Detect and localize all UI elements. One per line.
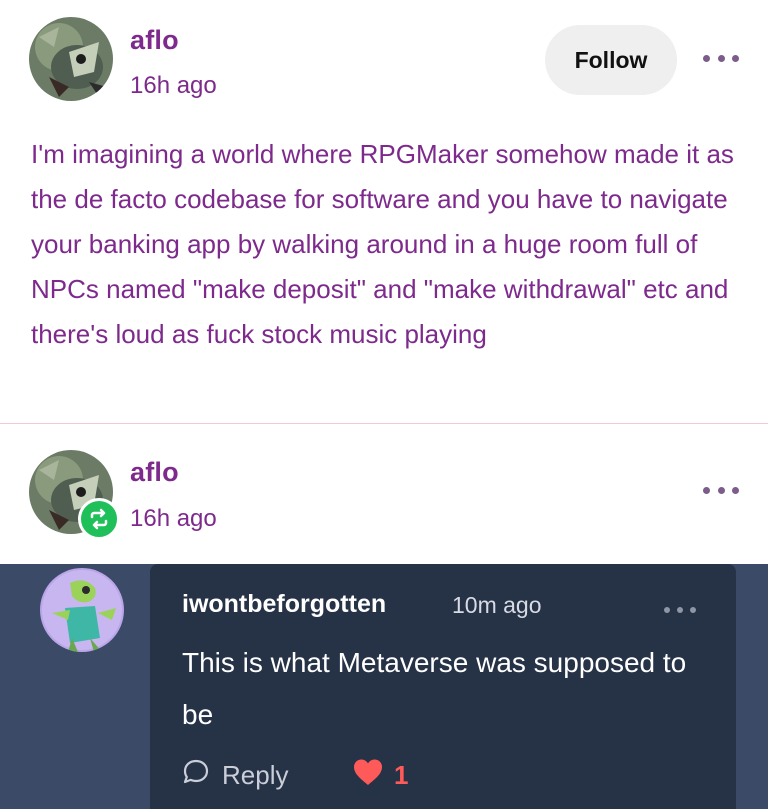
reblog-timestamp: 16h ago — [130, 505, 217, 532]
reblog-icon — [78, 498, 120, 540]
like-button[interactable]: 1 — [352, 758, 408, 793]
more-dots-icon[interactable] — [664, 602, 696, 618]
post-username[interactable]: aflo — [130, 25, 179, 56]
like-count: 1 — [394, 760, 409, 790]
reblog-username[interactable]: aflo — [130, 457, 179, 488]
comment-text: This is what Metaverse was supposed to b… — [182, 647, 687, 730]
comment-avatar[interactable] — [40, 568, 124, 652]
more-dots-icon[interactable] — [703, 50, 739, 66]
heart-icon — [352, 758, 394, 793]
post-timestamp: 16h ago — [130, 72, 217, 99]
reblog-row — [0, 424, 768, 564]
comment-username[interactable]: iwontbeforgotten — [182, 590, 386, 619]
post-body-text: I'm imagining a world where RPGMaker som… — [31, 139, 734, 349]
reply-label: Reply — [222, 759, 289, 790]
reply-button[interactable]: Reply — [182, 755, 288, 795]
avatar[interactable] — [29, 17, 113, 101]
follow-button[interactable]: Follow — [545, 25, 677, 95]
comment-timestamp: 10m ago — [452, 592, 542, 618]
more-dots-icon[interactable] — [703, 482, 739, 498]
speech-bubble-icon — [182, 758, 222, 793]
